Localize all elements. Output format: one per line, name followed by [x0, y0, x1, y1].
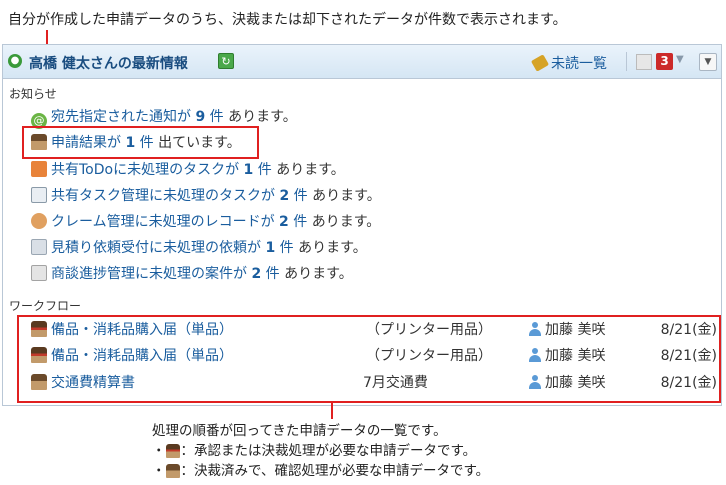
notice-suffix: あります。 — [311, 214, 381, 230]
notices-section-label: お知らせ — [9, 87, 57, 101]
notice-count: 2 — [279, 188, 290, 204]
panel-menu-button[interactable]: ▼ — [699, 53, 717, 71]
todo-icon — [31, 161, 47, 177]
person-icon[interactable] — [636, 54, 652, 70]
deal-icon — [31, 265, 47, 281]
notice-item[interactable]: 共有タスク管理に未処理のタスクが 2 件 あります。 — [31, 186, 381, 206]
unread-list-label: 未読一覧 — [551, 56, 607, 72]
notice-suffix: あります。 — [228, 109, 297, 125]
tag-icon — [530, 54, 550, 72]
notice-item[interactable]: 商談進捗管理に未処理の案件が 2 件 あります。 — [31, 264, 353, 284]
notice-suffix: あります。 — [276, 162, 345, 178]
bottom-caption-line1: 処理の順番が回ってきた申請データの一覧です。 — [152, 423, 447, 439]
refresh-icon[interactable]: ↻ — [218, 53, 234, 69]
notice-count: 9 — [195, 109, 206, 125]
quote-icon — [31, 239, 47, 255]
bottom-caption-line2: ・：承認または決裁処理が必要な申請データです。 — [152, 443, 477, 459]
stamp-icon — [165, 464, 180, 478]
bottom-caption: 処理の順番が回ってきた申請データの一覧です。 ・：承認または決裁処理が必要な申請… — [152, 421, 489, 481]
notice-count: 2 — [251, 266, 262, 282]
notice-link[interactable]: 共有タスク管理に未処理のタスクが — [51, 188, 275, 204]
workflow-highlight-box — [17, 315, 721, 403]
badge-dropdown-icon[interactable]: ▼ — [676, 54, 684, 65]
notice-unit: 件 — [257, 162, 272, 178]
result-highlight-box — [22, 126, 259, 159]
notice-item[interactable]: @ 宛先指定された通知が 9 件 あります。 — [31, 107, 297, 129]
stamp-red-icon — [165, 444, 180, 458]
user-icon: ● — [8, 54, 22, 68]
notice-count: 1 — [265, 240, 276, 256]
panel-title: 高橋 健太さんの最新情報 — [29, 56, 188, 72]
notice-unit: 件 — [265, 266, 280, 282]
notice-link[interactable]: 見積り依頼受付に未処理の依頼が — [51, 240, 261, 256]
unread-list-link[interactable]: 未読一覧 — [530, 53, 607, 73]
notice-link[interactable]: 宛先指定された通知が — [51, 109, 191, 125]
notice-suffix: あります。 — [284, 266, 353, 282]
notice-item[interactable]: クレーム管理に未処理のレコードが 2 件 あります。 — [31, 212, 380, 232]
workflow-section-label: ワークフロー — [9, 299, 82, 313]
notice-unit: 件 — [293, 214, 308, 230]
claim-icon — [31, 213, 47, 229]
notice-count: 1 — [243, 162, 254, 178]
bottom-callout-line — [331, 403, 333, 419]
notice-link[interactable]: クレーム管理に未処理のレコードが — [51, 214, 275, 230]
notice-link[interactable]: 共有ToDoに未処理のタスクが — [51, 162, 239, 178]
panel-header: ● 高橋 健太さんの最新情報 ↻ 未読一覧 3 ▼ ▼ — [3, 45, 721, 79]
notice-suffix: あります。 — [298, 240, 367, 256]
notice-unit: 件 — [209, 109, 224, 125]
top-caption: 自分が作成した申請データのうち、決裁または却下されたデータが件数で表示されます。 — [8, 12, 567, 28]
header-divider — [626, 52, 627, 71]
notice-item[interactable]: 共有ToDoに未処理のタスクが 1 件 あります。 — [31, 160, 345, 180]
notice-count: 2 — [279, 214, 289, 230]
notice-unit: 件 — [279, 240, 294, 256]
task-icon — [31, 187, 47, 203]
chevron-down-icon: ▼ — [704, 57, 712, 67]
notification-badge[interactable]: 3 — [656, 53, 673, 70]
notice-link[interactable]: 商談進捗管理に未処理の案件が — [51, 266, 247, 282]
bottom-caption-line3: ・：決裁済みで、確認処理が必要な申請データです。 — [152, 463, 490, 479]
notice-item[interactable]: 見積り依頼受付に未処理の依頼が 1 件 あります。 — [31, 238, 367, 258]
notice-suffix: あります。 — [312, 188, 381, 204]
notice-unit: 件 — [293, 188, 308, 204]
